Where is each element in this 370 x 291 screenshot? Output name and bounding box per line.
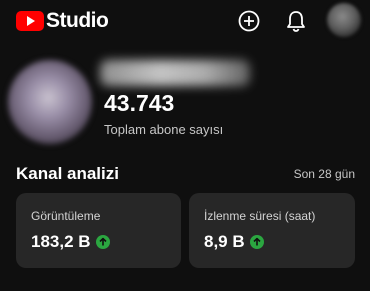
views-label: Görüntüleme xyxy=(31,209,101,223)
create-button[interactable] xyxy=(236,8,262,34)
create-icon xyxy=(238,10,260,32)
watch-time-value: 8,9 B xyxy=(204,232,245,251)
logo-text: Studio xyxy=(46,9,109,32)
trend-up-icon xyxy=(95,235,110,249)
notifications-bell-icon xyxy=(287,11,305,32)
watch-time-label: İzlenme süresi (saat) xyxy=(204,209,316,223)
channel-name-blurred xyxy=(100,60,250,86)
analytics-period: Son 28 gün xyxy=(293,167,355,181)
subscriber-label: Toplam abone sayısı xyxy=(104,122,224,137)
watch-time-card[interactable]: İzlenme süresi (saat) 8,9 B xyxy=(189,193,355,268)
views-value: 183,2 B xyxy=(31,232,91,251)
trend-up-icon xyxy=(249,235,264,249)
analytics-title: Kanal analizi xyxy=(16,164,119,183)
notifications-button[interactable] xyxy=(283,8,309,34)
app-header: Studio xyxy=(0,0,370,42)
views-card[interactable]: Görüntüleme 183,2 B xyxy=(16,193,181,268)
channel-summary: 43.743 Toplam abone sayısı xyxy=(0,52,370,152)
account-avatar[interactable] xyxy=(327,3,361,37)
youtube-play-icon xyxy=(16,11,44,31)
channel-avatar[interactable] xyxy=(8,60,92,144)
subscriber-count: 43.743 xyxy=(104,90,175,116)
studio-logo[interactable]: Studio xyxy=(16,9,109,33)
